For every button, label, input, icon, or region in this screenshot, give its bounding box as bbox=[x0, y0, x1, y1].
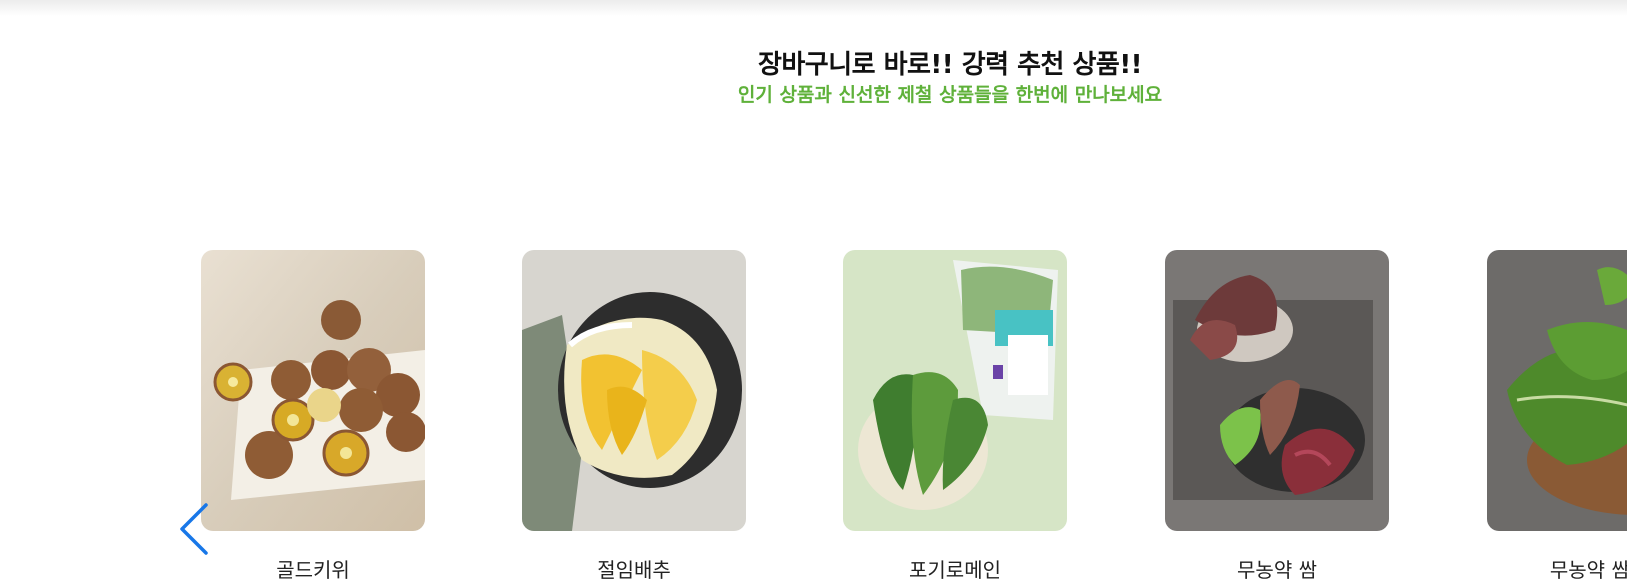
carousel-prev-button[interactable] bbox=[176, 503, 212, 555]
product-name[interactable]: 포기로메인 bbox=[843, 554, 1067, 583]
product-image-organic-ssam[interactable] bbox=[1165, 250, 1389, 531]
product-name[interactable]: 무농약 쌈채 bbox=[1487, 554, 1627, 583]
product-card-gold-kiwi[interactable]: 골드키위 원 bbox=[201, 250, 425, 582]
product-name[interactable]: 골드키위 bbox=[201, 554, 425, 583]
product-card-salted-cabbage[interactable]: 절임배추 원 bbox=[522, 250, 746, 582]
product-image-organic-ssamchae[interactable] bbox=[1487, 250, 1627, 531]
product-card-organic-ssamchae[interactable]: 무농약 쌈채 원 bbox=[1487, 250, 1627, 582]
product-image-salted-cabbage[interactable] bbox=[522, 250, 746, 531]
product-image-gold-kiwi[interactable] bbox=[201, 250, 425, 531]
chevron-left-icon bbox=[180, 503, 208, 555]
product-name[interactable]: 무농약 쌈 bbox=[1165, 554, 1389, 583]
product-name[interactable]: 절임배추 bbox=[522, 554, 746, 583]
product-card-organic-ssam[interactable]: 무농약 쌈 원 bbox=[1165, 250, 1389, 582]
product-card-romaine[interactable]: 포기로메인 원 bbox=[843, 250, 1067, 582]
product-carousel: 골드키위 원 절임배추 원 bbox=[0, 0, 1627, 586]
product-image-romaine[interactable] bbox=[843, 250, 1067, 531]
